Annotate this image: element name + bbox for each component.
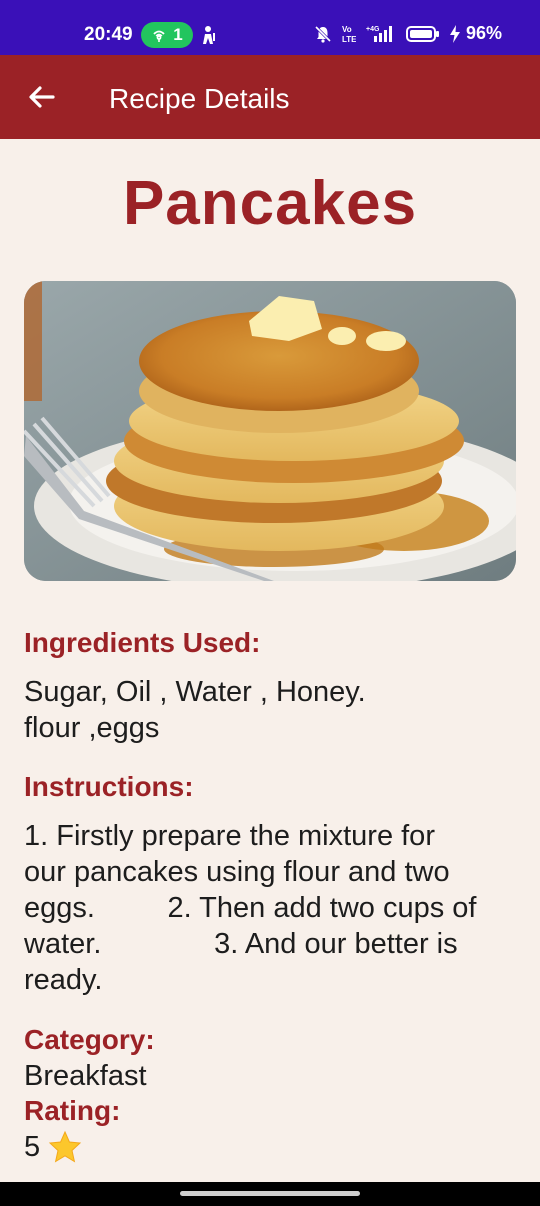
mute-icon <box>314 25 332 43</box>
instructions-text: 1. Firstly prepare the mixture for our p… <box>24 820 477 996</box>
recipe-image <box>24 281 516 581</box>
home-gesture-handle[interactable] <box>180 1191 360 1196</box>
svg-text:Vo: Vo <box>342 25 352 34</box>
ingredients-heading: Ingredients Used: <box>24 627 261 658</box>
app-bar: Recipe Details <box>0 55 540 139</box>
volte-icon: VoLTE <box>342 25 356 44</box>
signal-icon: +4G <box>366 25 392 42</box>
svg-text:+4G: +4G <box>366 26 380 33</box>
status-right-icons: Vo LTE +4G 96% <box>314 23 502 44</box>
charging-icon <box>449 24 460 43</box>
rating-heading: Rating: <box>24 1095 121 1126</box>
arrow-left-icon[interactable] <box>26 81 58 113</box>
rating-row: 5 <box>24 1130 82 1164</box>
pancake-illustration <box>24 281 516 581</box>
battery-icon <box>405 25 439 42</box>
svg-text:LTE: LTE <box>342 35 356 44</box>
status-bar: 20:49 1 Vo LTE +4G 96% <box>0 0 540 55</box>
status-time: 20:49 <box>84 24 133 45</box>
instructions-heading: Instructions: <box>24 771 194 802</box>
person-icon <box>203 26 215 44</box>
hotspot-count: 1 <box>173 25 183 44</box>
hotspot-pill: 1 <box>141 22 193 48</box>
ingredients-text: Sugar, Oil , Water , Honey. flour ,eggs <box>24 676 366 744</box>
system-nav-bar <box>0 1182 540 1206</box>
category-value: Breakfast <box>24 1060 147 1092</box>
battery-level: 96% <box>465 23 502 43</box>
recipe-title: Pancakes <box>122 169 418 238</box>
category-heading: Category: <box>24 1024 155 1055</box>
page-title: Recipe Details <box>109 83 290 114</box>
hotspot-icon <box>153 30 165 42</box>
rating-value: 5 <box>24 1130 41 1163</box>
star-icon <box>48 1130 82 1163</box>
